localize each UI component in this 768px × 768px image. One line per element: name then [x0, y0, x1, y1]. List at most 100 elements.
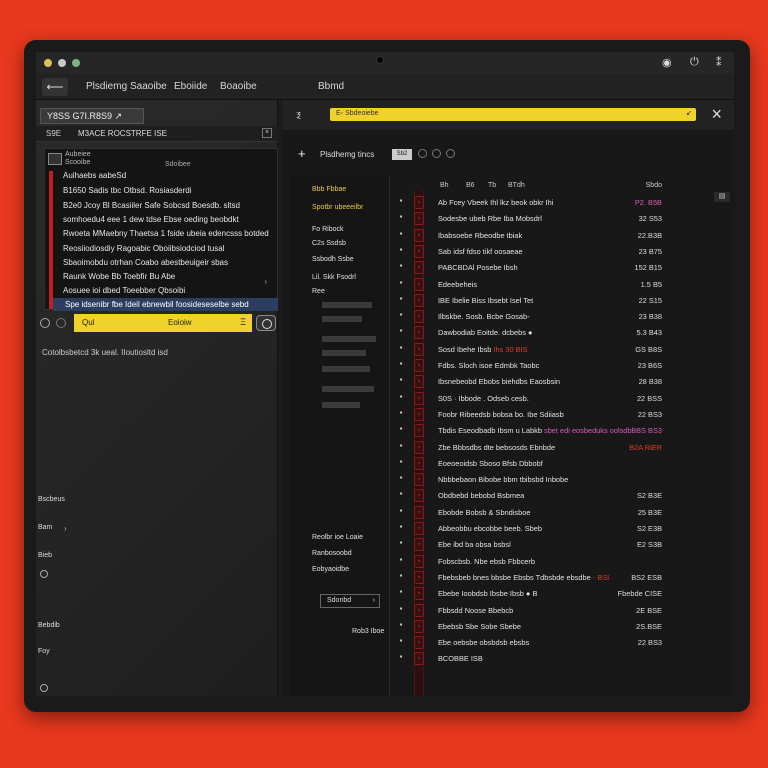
side-label[interactable]: Foy — [38, 648, 50, 655]
list-item[interactable]: B2e0 Jcoy Bl Bcasiiler Safe Sobcsd Boesd… — [63, 201, 240, 210]
checkbox-icon[interactable]: ▪ — [396, 473, 406, 482]
list-item[interactable]: Auihaebs aabeSd — [63, 171, 126, 180]
table-row[interactable]: Fdbs. Sloch isoe Edmbk Taobc 23 B6S — [438, 359, 662, 375]
menu-icon[interactable]: Ξ — [240, 317, 246, 327]
table-row[interactable]: S0S · Ibbode . Odseb cesb. 22 BSS — [438, 392, 662, 408]
table-row[interactable]: Ebobde Bobsb & Sbndisboe 25 B3E — [438, 506, 662, 522]
table-row[interactable]: Fobscbsb. Nbe ebsb Fbbcerb — [438, 555, 662, 571]
column-header[interactable]: Sbdo — [646, 182, 662, 189]
menu-item-3[interactable]: Eboiide — [174, 81, 207, 92]
table-row[interactable]: Sodesbe ubeb Rbe Iba Mobsdrl 32 S53 — [438, 212, 662, 228]
filter-item[interactable]: Fo Ribock — [312, 226, 344, 233]
table-row[interactable]: Abbeobbu ebcobbe beeb. Sbeb S2 E3B — [438, 522, 662, 538]
circle-icon[interactable] — [446, 149, 455, 158]
filter-item[interactable]: Ree — [312, 288, 325, 295]
flag-icon[interactable]: ◦ — [414, 456, 424, 470]
flag-icon[interactable]: ◦ — [414, 261, 424, 275]
table-row[interactable]: Fbbsdd Noose Bbebcb 2E BSE — [438, 604, 662, 620]
flag-icon[interactable]: ◦ — [414, 228, 424, 242]
checkbox-icon[interactable]: ▪ — [396, 587, 406, 596]
flag-icon[interactable]: ◦ — [414, 293, 424, 307]
table-row[interactable]: Ibabsoebe Rbeodbe tbiak 22.B3B — [438, 229, 662, 245]
pin-icon[interactable]: ⁑ — [716, 56, 722, 69]
table-row[interactable]: Ab Fcey Vbeek Ihl lkz beok obkr Ihi P2. B… — [438, 196, 662, 212]
table-row[interactable]: Nbbbebaon Bibobe bbm tbibsbd Inbobe — [438, 473, 662, 489]
column-header[interactable]: B6 — [466, 182, 475, 189]
table-row[interactable]: Fbebsbeb bnes bbsbe Ebsbs Tdbsbde ebsdbe… — [438, 571, 662, 587]
flag-icon[interactable]: ◦ — [414, 310, 424, 324]
search-button[interactable] — [256, 315, 276, 331]
column-header[interactable]: BTdh — [508, 182, 525, 189]
window-maximize-button[interactable] — [58, 59, 66, 67]
flag-icon[interactable]: ◦ — [414, 359, 424, 372]
table-row[interactable]: Sab idsf fdso tikf oosaeae 23 B75 — [438, 245, 662, 261]
filter-icon[interactable] — [56, 318, 66, 328]
table-row[interactable]: Tbdis Eseodbadb Ibsm u Labkb sbet edi eo… — [438, 424, 662, 440]
flag-icon[interactable]: ◦ — [414, 652, 424, 666]
filter-item[interactable]: Reolbr ioe Loaie — [312, 534, 363, 541]
flag-icon[interactable]: ◦ — [414, 538, 424, 552]
checkbox-icon[interactable]: ▪ — [396, 408, 406, 417]
filter-item[interactable]: Ranbosoobd — [312, 550, 352, 557]
search-input[interactable]: Qul Eoioiw Ξ — [74, 314, 252, 332]
flag-icon[interactable]: ◦ — [414, 489, 424, 503]
checkbox-icon[interactable]: ▪ — [396, 392, 406, 401]
file-tab[interactable]: Y8SS G7I.R8S9 ↗ — [40, 108, 144, 124]
circle-icon[interactable] — [418, 149, 427, 158]
checkbox-icon[interactable]: ▪ — [396, 245, 406, 254]
filter-item[interactable]: Rob3 Iboe — [352, 628, 384, 635]
list-item[interactable]: somhoedu4 eee 1 dew tdse Ebse oeding beo… — [63, 215, 239, 224]
filter-item[interactable]: Ssbodh Ssbe — [312, 256, 354, 263]
side-label[interactable]: Bscbeus — [38, 496, 65, 503]
flag-icon[interactable]: ◦ — [414, 277, 424, 291]
flag-icon[interactable]: ◦ — [414, 440, 424, 454]
toolbar-badge[interactable]: Sb2 — [392, 149, 412, 160]
side-label[interactable]: Bieb — [38, 552, 52, 559]
checkbox-icon[interactable]: ▪ — [396, 571, 406, 580]
table-row[interactable]: BCOBBE ISB — [438, 652, 662, 668]
back-button[interactable]: ⟵ — [42, 78, 68, 96]
checkbox-icon[interactable]: ▪ — [396, 375, 406, 384]
table-row[interactable]: Foobr Ribeedsb bobsa bo. Ibe Sdiiasb 22 B… — [438, 408, 662, 424]
flag-icon[interactable]: ◦ — [414, 196, 424, 209]
list-item[interactable]: Reosiiodiosdiy Ragoabic Oboiibsiodciod t… — [63, 244, 224, 253]
menu-item-2[interactable]: Saaoibe — [130, 81, 167, 92]
flag-icon[interactable]: ◦ — [414, 587, 424, 601]
flag-icon[interactable]: ◦ — [414, 407, 424, 421]
table-row[interactable]: Sosd Ibehe Ibsb Ihs 30 BIS GS B8S — [438, 343, 662, 359]
checkbox-icon[interactable]: ▪ — [396, 522, 406, 531]
checkbox-icon[interactable]: ▪ — [396, 652, 406, 661]
checkbox-icon[interactable]: ▪ — [396, 326, 406, 335]
flag-icon[interactable]: ◦ — [414, 603, 424, 617]
checkbox-icon[interactable]: ▪ — [396, 278, 406, 287]
window-close-button[interactable] — [72, 59, 80, 67]
checkbox-icon[interactable]: ▪ — [396, 343, 406, 352]
flag-icon[interactable]: ◦ — [414, 570, 424, 584]
flag-icon[interactable]: ◦ — [414, 636, 424, 650]
checkbox-icon[interactable]: ▪ — [396, 424, 406, 433]
menu-item-5[interactable]: Bbmd — [318, 81, 344, 92]
url-field[interactable]: E◦ Sbdeoiebe ↙ — [330, 108, 696, 121]
flag-icon[interactable]: ◦ — [414, 391, 424, 405]
filter-item[interactable]: C2s Ssdsb — [312, 240, 346, 247]
checkbox-icon[interactable]: ▪ — [396, 229, 406, 238]
filter-heading[interactable]: Bbb Fbbae — [312, 186, 346, 193]
column-header[interactable]: Tb — [488, 182, 496, 189]
flag-icon[interactable]: ◦ — [414, 424, 424, 438]
checkbox-icon[interactable]: ▪ — [396, 441, 406, 450]
column-header[interactable]: Bh — [440, 182, 449, 189]
checkbox-icon[interactable]: ▪ — [396, 636, 406, 645]
checkbox-icon[interactable]: ▪ — [396, 489, 406, 498]
checkbox-icon[interactable]: ▪ — [396, 212, 406, 221]
side-label[interactable]: Bebdib — [38, 622, 60, 629]
circle-icon[interactable] — [40, 684, 48, 692]
close-icon[interactable]: × — [711, 104, 722, 125]
table-row[interactable]: IBE Ibelie Biss Ibsebt Isel Tet 22 S15 — [438, 294, 662, 310]
table-row[interactable]: Ebe oebsbe obsbdsb ebsbs 22 BS3 — [438, 636, 662, 652]
close-icon[interactable]: × — [262, 128, 272, 138]
table-row[interactable]: Ebe ibd ba obsa bsbsl E2 S3B — [438, 538, 662, 554]
checkbox-icon[interactable]: ▪ — [396, 620, 406, 629]
checkbox-icon[interactable]: ▪ — [396, 555, 406, 564]
list-item[interactable]: Aosuee ioi dbed Toeebber Qbsoibi — [63, 286, 185, 295]
side-label[interactable]: Bam — [38, 524, 52, 531]
